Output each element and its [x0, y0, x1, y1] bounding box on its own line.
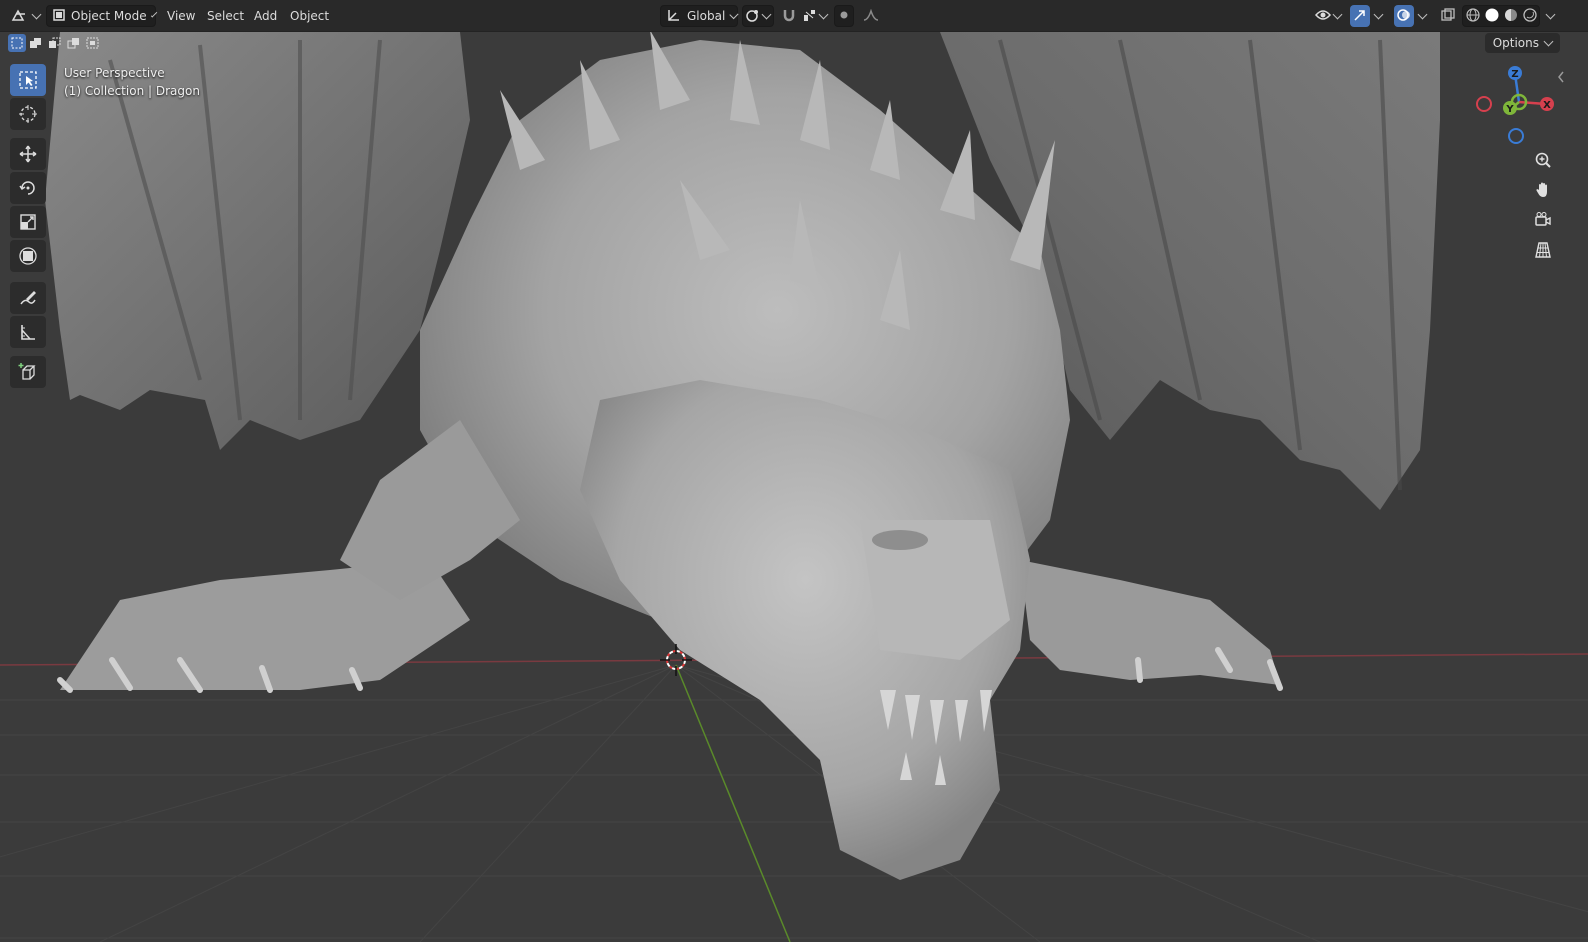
wireframe-shading-icon[interactable]: [1465, 7, 1480, 25]
chevron-down-icon: [1373, 9, 1383, 19]
eye-icon: [1315, 9, 1331, 24]
orientation-axes-icon: [667, 8, 681, 25]
overlays-icon: [1397, 8, 1411, 25]
chevron-down-icon: [1417, 9, 1427, 19]
proportional-edit-toggle[interactable]: [834, 5, 854, 27]
pivot-point-dropdown[interactable]: [742, 5, 774, 27]
pivot-icon: [746, 8, 760, 25]
gizmo-arrow-icon: [1353, 8, 1367, 25]
camera-icon[interactable]: [1528, 206, 1558, 234]
menu-view[interactable]: View: [167, 9, 195, 23]
gizmo-toggle[interactable]: [1350, 5, 1370, 27]
editor-type-icon: [11, 8, 27, 25]
material-shading-icon[interactable]: [1504, 8, 1518, 25]
object-mode-icon: [53, 8, 65, 24]
chevron-down-icon: [761, 9, 772, 19]
chevron-down-icon: [31, 9, 41, 19]
mode-label: Object Mode: [71, 9, 147, 23]
gizmo-z-label: Z: [1511, 69, 1518, 80]
measure-icon[interactable]: [10, 316, 46, 348]
cursor-icon[interactable]: [10, 98, 46, 130]
sidebar-toggle[interactable]: [1556, 70, 1566, 84]
select-subtract-icon[interactable]: [46, 34, 64, 52]
neg-x-handle: [1476, 96, 1492, 112]
snap-target-dropdown[interactable]: [800, 5, 830, 27]
gizmo-y-label: Y: [1505, 104, 1514, 115]
snap-increment-icon: [803, 8, 817, 25]
shading-mode-group: [1462, 5, 1540, 27]
xray-icon: [1441, 7, 1455, 25]
proportional-dot-icon: [839, 9, 849, 23]
transform-orientation-dropdown[interactable]: Global: [660, 5, 739, 27]
scale-icon[interactable]: [10, 206, 46, 238]
rendered-shading-icon[interactable]: [1522, 7, 1537, 25]
viewport-header: Object Mode View Select Add Object Globa…: [0, 0, 1588, 32]
falloff-curve-icon: [863, 8, 879, 24]
chevron-down-icon: [729, 9, 739, 19]
chevron-down-icon: [150, 10, 158, 18]
chevron-down-icon: [1545, 9, 1555, 19]
move-icon[interactable]: [10, 138, 46, 170]
annotate-icon[interactable]: [10, 282, 46, 314]
collection-label: (1) Collection | Dragon: [64, 84, 200, 98]
menu-select[interactable]: Select: [207, 9, 244, 23]
transform-icon[interactable]: [10, 240, 46, 272]
editor-type-button[interactable]: [10, 5, 41, 27]
blender-window: Object Mode View Select Add Object Globa…: [0, 0, 1588, 942]
mode-dropdown[interactable]: Object Mode: [46, 5, 158, 27]
viewport-scene: [0, 0, 1588, 942]
grid-view-icon[interactable]: [1528, 236, 1558, 264]
select-invert-icon[interactable]: [65, 34, 83, 52]
magnet-icon: [782, 8, 796, 25]
chevron-down-icon: [1543, 36, 1554, 46]
rotate-icon[interactable]: [10, 172, 46, 204]
zoom-icon[interactable]: [1528, 146, 1558, 174]
perspective-label: User Perspective: [64, 66, 165, 80]
shading-dropdown[interactable]: [1542, 5, 1558, 27]
add-cube-icon[interactable]: [10, 356, 46, 388]
overlays-toggle[interactable]: [1394, 5, 1414, 27]
navigation-gizmo[interactable]: Z X Y: [1470, 62, 1560, 152]
menu-object[interactable]: Object: [290, 9, 329, 23]
gizmo-x-label: X: [1543, 100, 1551, 111]
visibility-dropdown[interactable]: [1312, 5, 1344, 27]
select-extend-icon[interactable]: [27, 34, 45, 52]
select-new-icon[interactable]: [8, 34, 26, 52]
chevron-down-icon: [1332, 9, 1343, 19]
options-label: Options: [1492, 36, 1539, 50]
select-mode-group: [8, 34, 103, 54]
xray-toggle[interactable]: [1438, 5, 1458, 27]
overlays-dropdown[interactable]: [1414, 5, 1430, 27]
orientation-label: Global: [687, 9, 726, 23]
select-intersect-icon[interactable]: [84, 34, 102, 52]
3d-viewport[interactable]: [0, 0, 1588, 942]
select-box-icon[interactable]: [10, 64, 46, 96]
pan-hand-icon[interactable]: [1528, 176, 1558, 204]
proportional-falloff-dropdown[interactable]: [856, 5, 886, 27]
options-dropdown[interactable]: Options: [1484, 33, 1560, 53]
neg-z-handle: [1508, 128, 1524, 144]
solid-shading-icon[interactable]: [1485, 8, 1499, 25]
snap-toggle[interactable]: [778, 5, 800, 27]
chevron-down-icon: [818, 9, 829, 19]
menu-add[interactable]: Add: [254, 9, 277, 23]
viewport-info: User Perspective (1) Collection | Dragon: [64, 64, 200, 100]
gizmo-dropdown[interactable]: [1370, 5, 1386, 27]
